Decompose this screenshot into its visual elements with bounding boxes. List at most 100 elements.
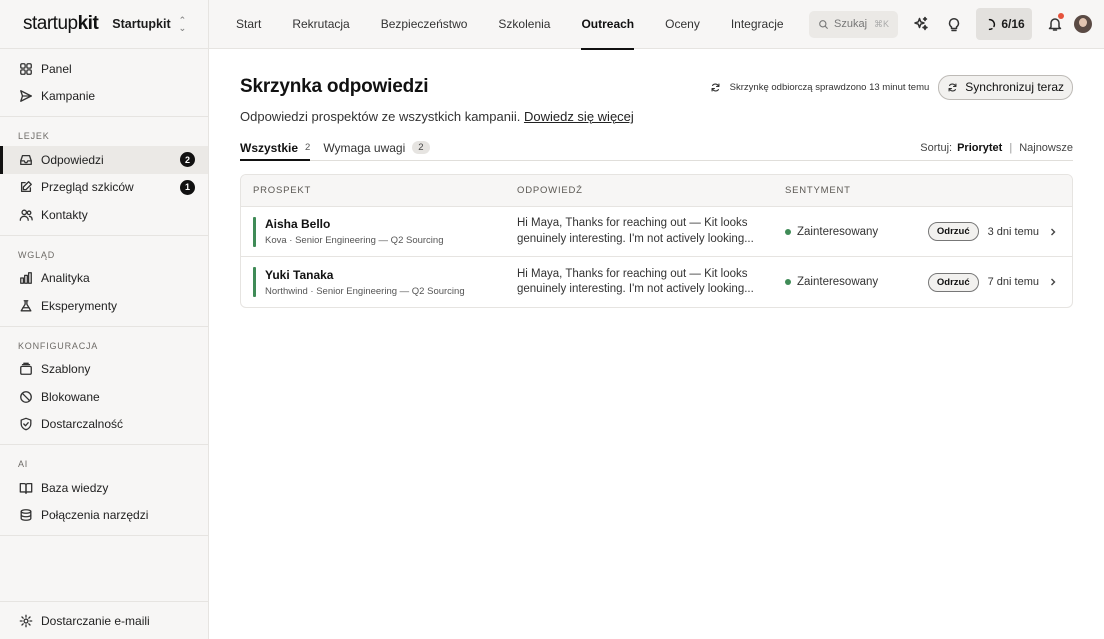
priority-bar xyxy=(253,267,256,297)
sidebar-item-dostarczalnosc[interactable]: Dostarczalność xyxy=(0,411,208,439)
sync-button-label: Synchronizuj teraz xyxy=(965,80,1064,94)
search-input[interactable]: Szukaj ⌘K xyxy=(809,10,898,38)
count-badge: 1 xyxy=(180,179,195,195)
sidebar-item-label: Kampanie xyxy=(41,89,96,104)
tab-integracje[interactable]: Integracje xyxy=(719,0,796,49)
reply-time: 7 dni temu xyxy=(987,276,1039,288)
sync-status-text: Skrzynkę odbiorczą sprawdzono 13 minut t… xyxy=(729,81,930,93)
priority-bar xyxy=(253,216,256,247)
sentiment-indicator: Zainteresowany xyxy=(785,226,925,238)
filter-tab-count: 2 xyxy=(412,141,430,154)
avatar[interactable] xyxy=(1074,15,1092,33)
sidebar-item-eksperymenty[interactable]: Eksperymenty xyxy=(0,292,208,320)
prospect-cell: Yuki Tanaka Northwind · Senior Engineeri… xyxy=(241,267,517,297)
onboarding-progress-button[interactable]: 6/16 xyxy=(976,8,1032,40)
content: Skrzynka odpowiedzi Skrzynkę odbiorczą s… xyxy=(209,49,1104,308)
group-title: WGLĄD xyxy=(18,249,56,260)
send-icon xyxy=(20,90,32,103)
sidebar-item-label: Kontakty xyxy=(41,207,88,222)
sidebar-item-kampanie[interactable]: Kampanie xyxy=(0,83,208,111)
tab-start[interactable]: Start xyxy=(224,0,273,49)
nav-group-konfiguracja: KONFIGURACJA Szablony Blokowane Dostarcz… xyxy=(0,327,208,445)
chevron-updown-icon: ⌃ ⌄ xyxy=(178,15,187,33)
sort-option-newest[interactable]: Najnowsze xyxy=(1019,142,1073,154)
brand-bar: startupkit Startupkit ⌃ ⌄ xyxy=(0,0,208,49)
prospect-name: Aisha Bello xyxy=(265,217,331,231)
book-icon xyxy=(19,482,33,494)
sidebar-item-panel[interactable]: Panel xyxy=(0,55,208,83)
chevron-right-icon[interactable] xyxy=(1048,227,1058,237)
tab-szkolenia[interactable]: Szkolenia xyxy=(486,0,562,49)
prospect-name: Yuki Tanaka xyxy=(265,267,334,282)
refresh-icon xyxy=(948,83,957,91)
logo-bold: kit xyxy=(77,13,99,34)
filter-tab-count: 2 xyxy=(305,142,311,153)
top-actions: Szukaj ⌘K 6/16 xyxy=(809,0,1104,49)
tab-oceny[interactable]: Oceny xyxy=(653,0,712,49)
notification-dot xyxy=(1058,13,1064,19)
filter-tab-label: Wymaga uwagi xyxy=(323,140,406,155)
notifications-button[interactable] xyxy=(1039,8,1071,40)
table-row[interactable]: Yuki Tanaka Northwind · Senior Engineeri… xyxy=(241,257,1072,307)
page-title: Skrzynka odpowiedzi xyxy=(240,76,429,97)
workspace-switcher[interactable]: Startupkit ⌃ ⌄ xyxy=(112,15,187,33)
top-tabs: Start Rekrutacja Bezpieczeństwo Szkoleni… xyxy=(224,0,803,50)
prospect-meta: Northwind · Senior Engineering — Q2 Sour… xyxy=(265,285,465,297)
filter-bar: Wszystkie 2 Wymaga uwagi 2 Sortuj: Prior… xyxy=(240,136,1073,161)
sidebar-item-baza-wiedzy[interactable]: Baza wiedzy xyxy=(0,474,208,502)
sidebar-item-label: Odpowiedzi xyxy=(41,152,104,167)
count-badge: 2 xyxy=(180,152,195,168)
learn-more-link[interactable]: Dowiedz się więcej xyxy=(524,109,634,124)
nav-group-lejek: LEJEK Odpowiedzi 2 Przegląd szkiców 1 Ko… xyxy=(0,117,208,236)
sidebar-item-kontakty[interactable]: Kontakty xyxy=(0,201,208,229)
sidebar-item-szablony[interactable]: Szablony xyxy=(0,356,208,384)
tab-outreach[interactable]: Outreach xyxy=(569,0,646,50)
sentiment-indicator: Zainteresowany xyxy=(785,276,925,288)
sync-status: Skrzynkę odbiorczą sprawdzono 13 minut t… xyxy=(710,81,930,93)
table-row[interactable]: Aisha Bello Kova · Senior Engineering — … xyxy=(241,207,1072,257)
filter-tab-all[interactable]: Wszystkie 2 xyxy=(240,135,311,161)
logo[interactable]: startupkit xyxy=(23,13,99,35)
group-title: KONFIGURACJA xyxy=(18,340,99,351)
group-title: AI xyxy=(18,459,29,469)
filter-tab-needs-attention[interactable]: Wymaga uwagi 2 xyxy=(323,135,430,160)
sync-now-button[interactable]: Synchronizuj teraz xyxy=(938,74,1073,100)
reply-time: 3 dni temu xyxy=(987,225,1039,238)
flask-icon xyxy=(20,299,32,312)
reply-cell: Hi Maya, Thanks for reaching out — Kit l… xyxy=(517,216,785,247)
tips-button[interactable] xyxy=(938,8,970,40)
progress-ring-icon xyxy=(989,18,996,30)
sidebar-item-label: Blokowane xyxy=(41,389,100,404)
subtitle-text: Odpowiedzi prospektów ze wszystkich kamp… xyxy=(240,109,521,124)
sidebar-item-label: Baza wiedzy xyxy=(41,480,109,495)
sidebar-item-dostarczanie-emaili[interactable]: Dostarczanie e-maili xyxy=(0,607,208,635)
sidebar-item-odpowiedzi[interactable]: Odpowiedzi 2 xyxy=(0,146,208,174)
ai-sparkle-button[interactable] xyxy=(905,8,937,40)
filter-tab-label: Wszystkie xyxy=(240,140,299,155)
sort-control: Sortuj: Priorytet | Najnowsze xyxy=(920,135,1073,160)
sidebar-item-analityka[interactable]: Analityka xyxy=(0,265,208,293)
edit-icon xyxy=(20,181,32,193)
sidebar-item-label: Dostarczalność xyxy=(41,417,124,432)
dismiss-button[interactable]: Odrzuć xyxy=(927,272,979,292)
sidebar-item-polaczenia-narzedzi[interactable]: Połączenia narzędzi xyxy=(0,502,208,530)
actions-cell: Odrzuć 7 dni temu xyxy=(925,272,1072,292)
nav-group-ai: AI Baza wiedzy Połączenia narzędzi xyxy=(0,445,208,536)
reply-preview: Hi Maya, Thanks for reaching out — Kit l… xyxy=(517,217,754,245)
sentiment-dot xyxy=(785,279,791,285)
sidebar-item-label: Połączenia narzędzi xyxy=(41,508,149,523)
sidebar-item-label: Szablony xyxy=(41,362,91,377)
sidebar-item-blokowane[interactable]: Blokowane xyxy=(0,383,208,411)
column-header-sentiment: SENTYMENT xyxy=(785,185,851,196)
refresh-icon xyxy=(711,83,720,91)
dismiss-button[interactable]: Odrzuć xyxy=(927,222,979,241)
column-header-reply: ODPOWIEDŹ xyxy=(517,185,583,196)
page-header: Skrzynka odpowiedzi Skrzynkę odbiorczą s… xyxy=(240,74,1073,100)
sort-option-priority[interactable]: Priorytet xyxy=(957,142,1002,154)
chevron-right-icon[interactable] xyxy=(1048,277,1058,287)
tab-bezpieczenstwo[interactable]: Bezpieczeństwo xyxy=(369,0,480,49)
sidebar-item-label: Analityka xyxy=(41,271,90,286)
sidebar-item-przeglad-szkicow[interactable]: Przegląd szkiców 1 xyxy=(0,174,208,202)
group-title: LEJEK xyxy=(18,131,50,141)
tab-rekrutacja[interactable]: Rekrutacja xyxy=(280,0,361,49)
